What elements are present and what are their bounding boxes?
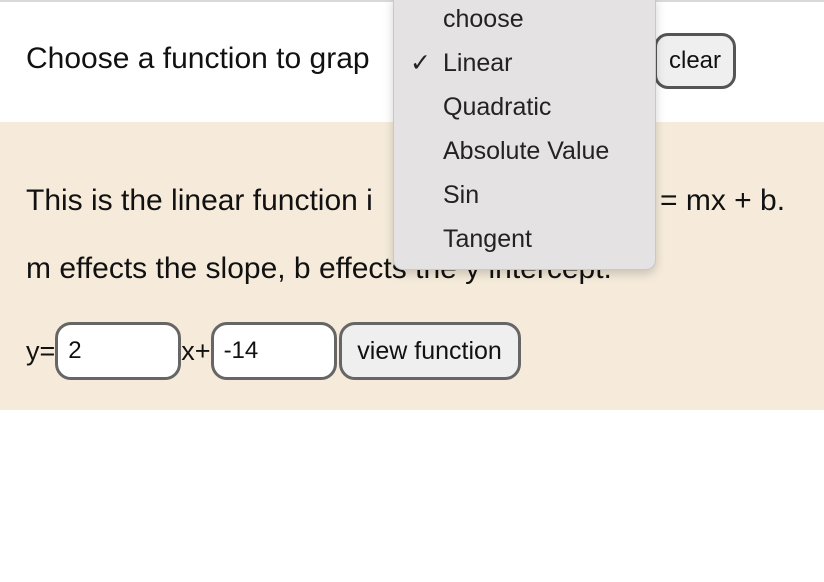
option-label: choose (443, 5, 524, 33)
option-label: Linear (443, 49, 513, 77)
option-label: Tangent (443, 225, 532, 253)
option-absolute-value[interactable]: Absolute Value (394, 129, 657, 173)
option-linear[interactable]: ✓ Linear (394, 41, 657, 85)
description-start: This is the linear function i (26, 184, 373, 217)
function-select-dropdown[interactable]: choose ✓ Linear Quadratic Absolute Value… (393, 0, 656, 270)
description-equation: = mx + b. (660, 184, 786, 217)
equation-row: y= x+ view function (26, 322, 521, 380)
option-label: Absolute Value (443, 137, 610, 165)
intercept-input[interactable] (210, 322, 337, 380)
function-prompt: Choose a function to grap (26, 42, 370, 75)
y-equals-label: y= (26, 335, 56, 366)
option-label: Sin (443, 181, 480, 209)
option-tangent[interactable]: Tangent (394, 217, 657, 261)
option-sin[interactable]: Sin (394, 173, 657, 217)
option-choose[interactable]: choose (394, 0, 657, 41)
option-label: Quadratic (443, 93, 552, 121)
slope-input[interactable] (55, 322, 182, 380)
x-plus-label: x+ (181, 335, 211, 366)
option-quadratic[interactable]: Quadratic (394, 85, 657, 129)
view-function-button[interactable]: view function (338, 322, 521, 380)
clear-button[interactable]: clear (654, 33, 736, 89)
checkmark-icon: ✓ (410, 49, 431, 77)
